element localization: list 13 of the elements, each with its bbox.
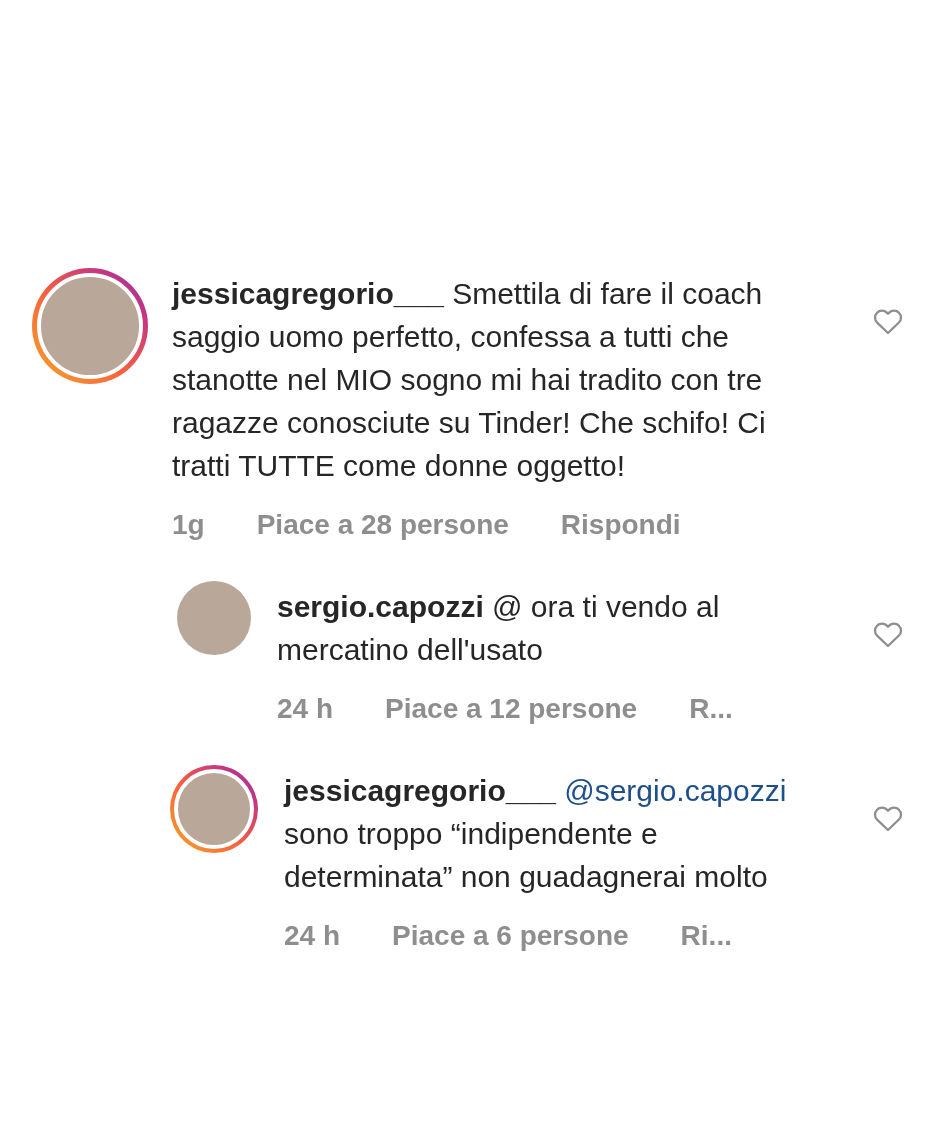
reply-link[interactable]: Ri... [680,920,732,952]
likes-count[interactable]: Piace a 6 persone [392,920,629,952]
reply-link[interactable]: Rispondi [560,509,681,541]
comment-time: 24 h [277,693,334,725]
comment-text: sergio.capozzi @ ora ti vendo al mercatino dell'usato [277,589,721,668]
comment-text: jessicagregorio___ @sergio.capozzi sono troppo “indipendente e determinata” non guadagnerai molto [284,773,788,895]
comment-text: jessicagregorio___ Smettila di fare il coach saggio uomo perfetto, confessa a tutti che stanotte nel MIO sogno mi hai tradito con tre ragazze conosciute su Tinder! Che schifo! Ci tratti TUTTE come donne oggetto! [172,276,767,484]
comment-time: 24 h [284,920,341,952]
likes-count[interactable]: Piace a 28 persone [256,509,509,541]
mention-link[interactable]: @sergio.capozzi [564,774,787,807]
reply-link[interactable]: R... [689,693,733,725]
likes-count[interactable]: Piace a 12 persone [385,693,638,725]
comment-time: 1g [172,509,205,541]
